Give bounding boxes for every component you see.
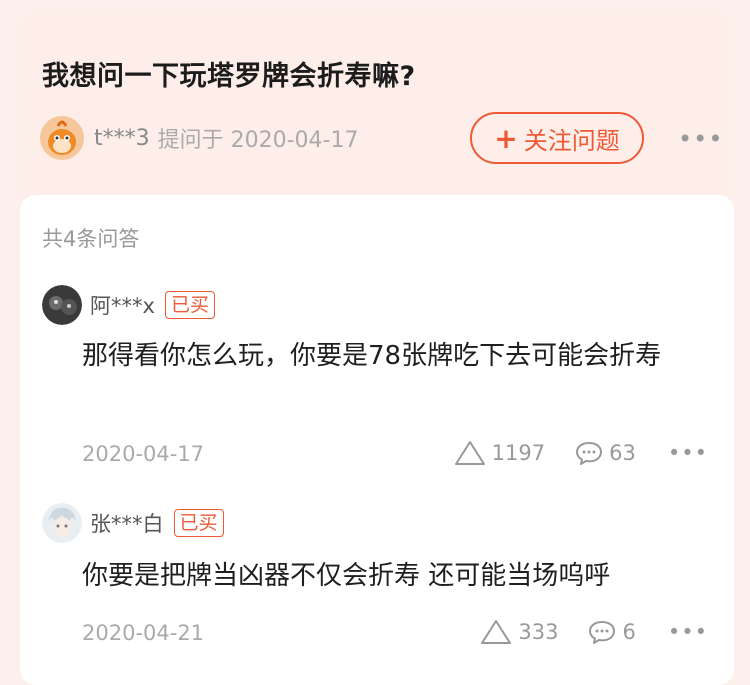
question-card: 我想问一下玩塔罗牌会折寿嘛? t***3 提问于 2020-04-17 + 关注…	[20, 12, 730, 212]
comment-button[interactable]: 63	[575, 440, 636, 466]
like-triangle-icon	[481, 620, 512, 644]
follow-label: 关注问题	[523, 126, 620, 155]
answerer-name[interactable]: 张***白	[90, 508, 164, 538]
answerer-name[interactable]: 阿***x	[90, 290, 155, 320]
answer-more-button[interactable]: •••	[668, 620, 708, 644]
comment-bubble-icon	[589, 621, 616, 644]
like-count: 333	[518, 620, 559, 644]
purchased-badge: 已买	[173, 509, 224, 537]
answerer-avatar[interactable]	[42, 285, 82, 325]
purchased-badge: 已买	[164, 291, 215, 319]
answer-more-button[interactable]: •••	[668, 441, 708, 465]
follow-question-button[interactable]: + 关注问题	[470, 112, 644, 164]
like-count: 1197	[491, 441, 546, 465]
comment-count: 6	[622, 620, 636, 644]
question-more-button[interactable]: •••	[678, 125, 723, 153]
plus-icon: +	[494, 121, 518, 155]
comment-count: 63	[609, 441, 636, 465]
like-button[interactable]: 333	[480, 619, 558, 645]
asker-avatar[interactable]	[40, 116, 84, 160]
question-meta: t***3 提问于 2020-04-17	[40, 116, 358, 160]
like-button[interactable]: 1197	[454, 440, 545, 466]
answer-header: 张***白 已买	[42, 503, 224, 543]
answer-actions: 1197 63 •••	[424, 440, 708, 466]
answers-count: 共4条问答	[42, 227, 140, 251]
answers-card: 共4条问答 阿***x 已买 那得看你怎么玩，你要是78张牌吃下去可能会折寿 2…	[20, 195, 734, 685]
question-date: 提问于 2020-04-17	[157, 128, 359, 153]
comment-bubble-icon	[576, 442, 603, 465]
answerer-avatar[interactable]	[42, 503, 82, 543]
asker-name[interactable]: t***3	[94, 126, 150, 151]
answer-date: 2020-04-17	[82, 442, 205, 466]
answer-date: 2020-04-21	[82, 621, 205, 645]
answer-text: 那得看你怎么玩，你要是78张牌吃下去可能会折寿	[82, 341, 662, 371]
answer-text: 你要是把牌当凶器不仅会折寿 还可能当场呜呼	[82, 561, 611, 591]
question-title: 我想问一下玩塔罗牌会折寿嘛?	[42, 61, 416, 92]
comment-button[interactable]: 6	[588, 619, 636, 645]
answer-header: 阿***x 已买	[42, 285, 215, 325]
answer-actions: 333 6 •••	[450, 619, 708, 645]
like-triangle-icon	[454, 441, 485, 465]
